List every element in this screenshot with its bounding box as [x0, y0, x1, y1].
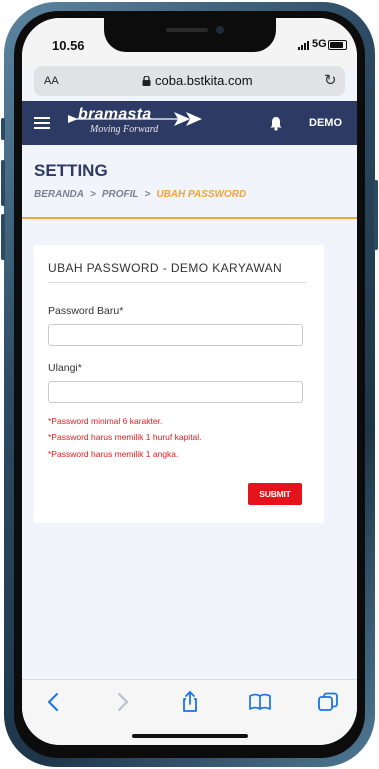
url-text[interactable]: coba.bstkita.com	[155, 73, 253, 88]
brand-logo[interactable]: bramasta Moving Forward	[66, 106, 226, 140]
back-icon[interactable]	[42, 690, 66, 714]
notch	[104, 18, 276, 52]
phone-side-button	[1, 118, 5, 140]
breadcrumb-current: UBAH PASSWORD	[156, 189, 247, 200]
phone-side-button	[1, 160, 5, 206]
breadcrumb-separator: >	[90, 189, 96, 200]
status-time: 10.56	[52, 38, 85, 53]
browser-toolbar	[22, 679, 357, 745]
phone-side-button	[1, 214, 5, 260]
bell-icon[interactable]	[269, 116, 283, 131]
repeat-password-label: Ulangi*	[48, 362, 82, 374]
share-icon[interactable]	[178, 690, 202, 714]
lock-icon	[142, 76, 151, 86]
new-password-input[interactable]	[48, 324, 303, 346]
divider	[48, 282, 306, 283]
tabs-icon[interactable]	[316, 690, 340, 714]
page-title: SETTING	[34, 161, 108, 180]
app-header: bramasta Moving Forward DEMO	[22, 101, 357, 145]
phone-screen: 10.56 5G AA coba.bstkita.com ↻ bramasta …	[22, 18, 357, 745]
front-camera	[216, 26, 224, 34]
status-bar: 10.56 5G	[22, 18, 357, 68]
password-hint: *Password harus memilik 1 huruf kapital.	[48, 432, 202, 442]
new-password-label: Password Baru*	[48, 305, 124, 317]
speaker-grille	[166, 28, 208, 32]
page-header: SETTING BERANDA > PROFIL > UBAH PASSWORD	[22, 145, 357, 219]
signal-icon	[298, 40, 312, 50]
user-menu[interactable]: DEMO	[309, 117, 342, 129]
breadcrumb-home[interactable]: BERANDA	[34, 189, 84, 200]
phone-side-button	[374, 180, 378, 250]
address-bar[interactable]: AA coba.bstkita.com ↻	[34, 66, 345, 96]
breadcrumb-separator: >	[144, 189, 151, 200]
repeat-password-input[interactable]	[48, 381, 303, 403]
bookmarks-icon[interactable]	[248, 690, 272, 714]
text-size-button[interactable]: AA	[44, 75, 59, 87]
password-hint: *Password minimal 6 karakter.	[48, 416, 163, 426]
card-title: UBAH PASSWORD - DEMO KARYAWAN	[48, 261, 283, 275]
reload-icon[interactable]: ↻	[324, 71, 337, 89]
logo-wordmark: bramasta	[78, 106, 152, 123]
menu-icon[interactable]	[34, 117, 50, 129]
change-password-card: UBAH PASSWORD - DEMO KARYAWAN Password B…	[34, 245, 324, 523]
battery-icon	[328, 40, 347, 50]
breadcrumb-profile[interactable]: PROFIL	[102, 189, 139, 200]
breadcrumb: BERANDA > PROFIL > UBAH PASSWORD	[34, 189, 246, 200]
submit-button[interactable]: SUBMIT	[248, 483, 302, 505]
home-indicator[interactable]	[132, 734, 248, 738]
logo-tagline: Moving Forward	[90, 124, 159, 135]
network-type: 5G	[312, 38, 327, 50]
password-hint: *Password harus memilik 1 angka.	[48, 449, 179, 459]
forward-icon[interactable]	[110, 690, 134, 714]
